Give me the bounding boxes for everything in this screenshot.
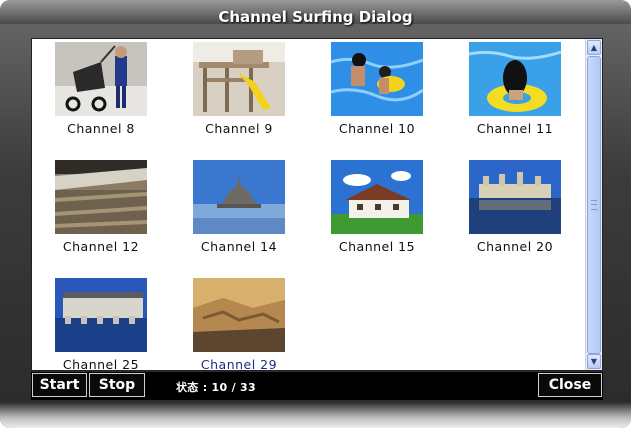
channel-tile[interactable]: Channel 10 [308,39,446,149]
bottom-toolbar: Start Stop 状态 : 10 / 33 Close [31,372,603,400]
close-button[interactable]: Close [538,373,602,397]
channel-label: Channel 20 [476,239,554,254]
channel-label: Channel 9 [205,121,273,136]
status-text: 状态 : 10 / 33 [176,381,256,394]
channel-thumbnail[interactable] [193,278,285,352]
channel-label: Channel 29 [200,357,278,372]
vertical-scrollbar[interactable]: ▲ ▼ [585,39,602,370]
kids-in-pool-image [331,42,423,116]
scroll-down-button[interactable]: ▼ [587,354,601,369]
channel-tile[interactable]: Channel 15 [308,157,446,267]
channel-label: Channel 11 [476,121,554,136]
island-abbey-image [193,160,285,234]
start-button[interactable]: Start [32,373,87,397]
channel-tile[interactable]: Channel 11 [446,39,584,149]
canyon-cliffs-image [193,278,285,352]
chateau-over-river-image [55,278,147,352]
channel-label: Channel 25 [62,357,140,372]
channel-label: Channel 8 [67,121,135,136]
channel-grid: Channel 8 Channel 9 Channel 10 Channel 1… [32,39,585,372]
channel-thumbnail[interactable] [193,42,285,116]
stop-button[interactable]: Stop [89,373,145,397]
channel-thumbnail[interactable] [55,278,147,352]
channel-thumbnail[interactable] [469,160,561,234]
playground-slide-image [193,42,285,116]
channel-label: Channel 15 [338,239,416,254]
channel-tile[interactable]: Channel 12 [32,157,170,267]
channel-label: Channel 12 [62,239,140,254]
channel-tile[interactable]: Channel 29 [170,275,308,385]
channel-tile[interactable]: Channel 9 [170,39,308,149]
channel-list-panel: Channel 8 Channel 9 Channel 10 Channel 1… [31,38,603,372]
channel-surfing-dialog: Channel Surfing Dialog Channel 8 Channel… [0,0,631,428]
channel-label: Channel 10 [338,121,416,136]
channel-tile[interactable]: Channel 8 [32,39,170,149]
channel-thumbnail[interactable] [55,42,147,116]
child-with-stroller-image [55,42,147,116]
scroll-up-button[interactable]: ▲ [587,40,601,55]
grip-icon [591,200,597,210]
cottage-house-image [331,160,423,234]
stadium-crowd-image [55,160,147,234]
channel-thumbnail[interactable] [55,160,147,234]
girl-on-pool-float-image [469,42,561,116]
chateau-reflection-image [469,160,561,234]
arrow-down-icon: ▼ [590,357,598,366]
channel-thumbnail[interactable] [469,42,561,116]
channel-tile[interactable]: Channel 25 [32,275,170,385]
dialog-title: Channel Surfing Dialog [218,8,413,26]
scroll-thumb[interactable] [587,56,601,354]
channel-thumbnail[interactable] [331,160,423,234]
channel-tile[interactable]: Channel 20 [446,157,584,267]
channel-thumbnail[interactable] [331,42,423,116]
channel-tile[interactable]: Channel 14 [170,157,308,267]
channel-label: Channel 14 [200,239,278,254]
channel-thumbnail[interactable] [193,160,285,234]
arrow-up-icon: ▲ [590,43,598,52]
